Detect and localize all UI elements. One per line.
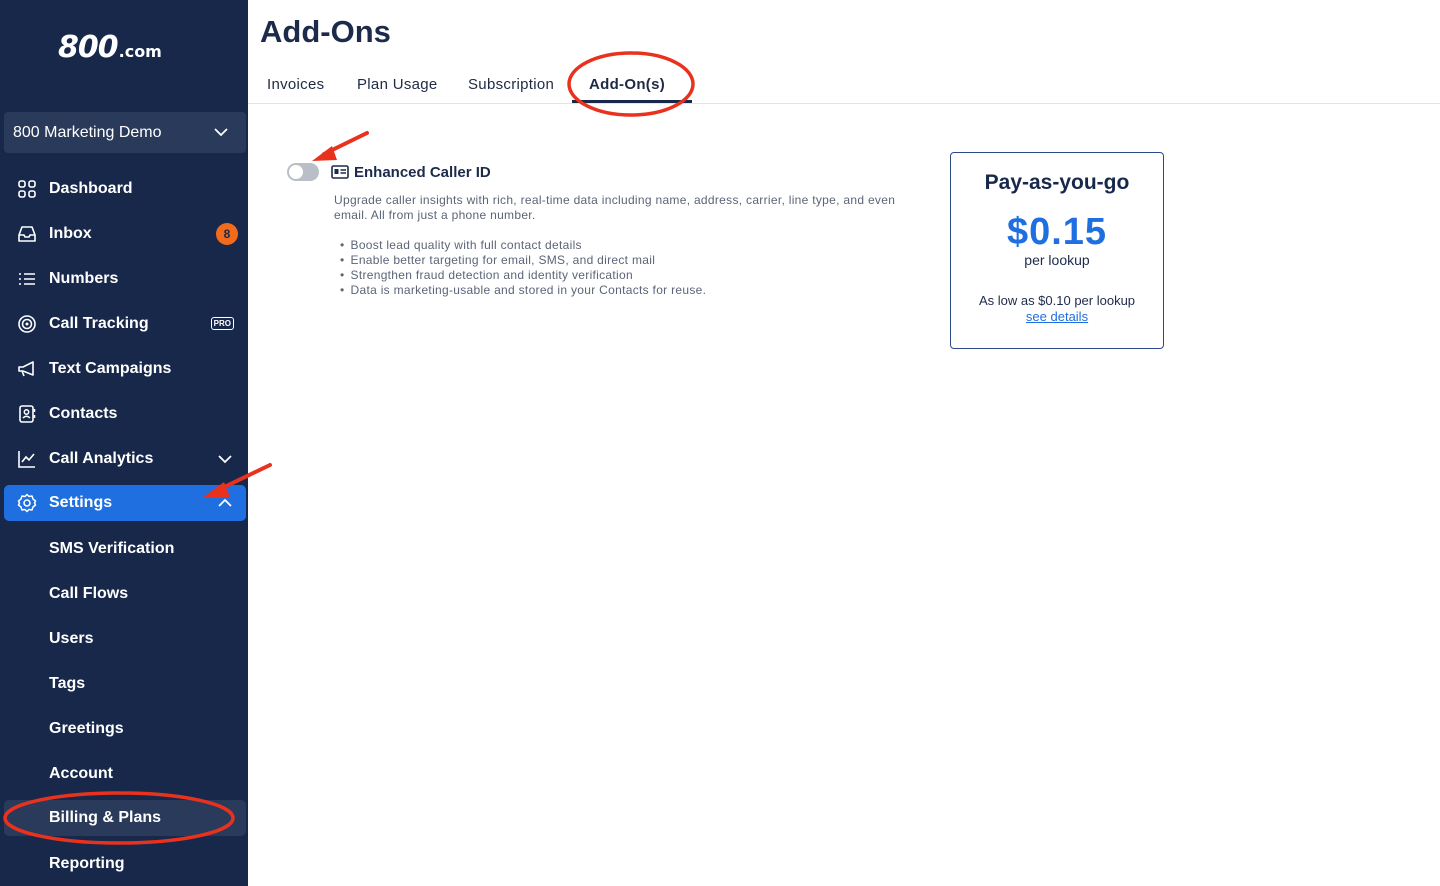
see-details-link[interactable]: see details [951,309,1163,324]
list-item: Data is marketing-usable and stored in y… [340,283,706,298]
target-icon [18,315,36,333]
sidebar-item-label: Settings [49,494,113,511]
pricing-price: $0.15 [1006,211,1108,253]
addon-title: Enhanced Caller ID [354,164,491,181]
tab-invoices[interactable]: Invoices [267,76,324,93]
megaphone-icon [18,361,34,377]
toggle-arrow [312,131,369,161]
sidebar-subitem-tags[interactable]: Tags [0,661,248,706]
gear-icon [17,493,37,513]
tab-bar: Invoices Plan Usage Subscription Add-On(… [248,66,1440,104]
sidebar-item-text-campaigns[interactable]: Text Campaigns [0,346,248,391]
chevron-down-icon [214,128,228,137]
sidebar-item-settings[interactable]: Settings [4,485,246,521]
pricing-low-rate: As low as $0.10 per lookup [978,293,1136,308]
logo-suffix: .com [118,42,162,61]
id-card-icon [331,165,349,179]
active-tab-indicator [572,100,692,103]
chevron-up-icon[interactable] [218,496,232,510]
sidebar-item-label: Dashboard [49,179,133,197]
list-item: Boost lead quality with full contact det… [340,238,706,253]
contacts-icon [19,405,36,423]
sidebar-item-label: Billing & Plans [49,809,162,826]
pricing-unit: per lookup [1024,252,1090,268]
chevron-down-icon[interactable] [218,452,232,466]
account-selector[interactable]: 800 Marketing Demo [4,112,246,153]
sidebar-item-dashboard[interactable]: Dashboard [0,166,248,211]
sidebar-subitem-call-flows[interactable]: Call Flows [0,571,248,616]
list-icon [19,273,35,285]
pro-badge: PRO [210,317,234,330]
list-item: Enable better targeting for email, SMS, … [340,253,706,268]
sidebar: 800 .com 800 Marketing Demo Dashboard In… [0,0,248,886]
sidebar-item-label: Inbox [49,224,92,242]
tab-plan-usage[interactable]: Plan Usage [357,76,438,93]
logo-main: 800 [58,30,119,65]
sidebar-item-call-tracking[interactable]: Call Tracking PRO [0,301,248,346]
pricing-card: Pay-as-you-go $0.15 per lookup As low as… [950,152,1164,349]
sidebar-subitem-users[interactable]: Users [0,616,248,661]
sidebar-subitem-billing-plans[interactable]: Billing & Plans [4,800,246,836]
account-name: 800 Marketing Demo [13,123,162,141]
sidebar-item-call-analytics[interactable]: Call Analytics [0,436,248,481]
sidebar-item-label: Call Tracking [49,314,149,332]
page-title: Add-Ons [260,14,391,49]
inbox-count-badge: 8 [216,223,238,245]
tab-subscription[interactable]: Subscription [468,76,554,93]
sidebar-nav: Dashboard Inbox 8 Numbers Call Tracking … [0,166,248,886]
line-chart-icon [18,451,35,468]
list-item: Strengthen fraud detection and identity … [340,268,706,283]
addon-description: Upgrade caller insights with rich, real-… [334,193,896,222]
sidebar-subitem-greetings[interactable]: Greetings [0,706,248,751]
addon-feature-list: Boost lead quality with full contact det… [340,238,706,298]
dashboard-icon [18,180,36,198]
inbox-icon [18,226,36,242]
sidebar-item-inbox[interactable]: Inbox 8 [0,211,248,256]
sidebar-item-label: Contacts [49,404,118,422]
brand-logo[interactable]: 800 .com [58,30,198,65]
sidebar-item-label: Text Campaigns [49,359,172,377]
sidebar-subitem-account[interactable]: Account [0,751,248,796]
sidebar-item-numbers[interactable]: Numbers [0,256,248,301]
sidebar-item-label: Call Analytics [49,449,154,467]
toggle-knob [289,165,303,179]
sidebar-subitem-sms-verification[interactable]: SMS Verification [0,526,248,571]
tab-addons[interactable]: Add-On(s) [589,76,665,93]
sidebar-subitem-reporting[interactable]: Reporting [0,841,248,886]
sidebar-item-label: Numbers [49,269,119,287]
enhanced-caller-id-toggle[interactable] [287,163,319,181]
sidebar-item-contacts[interactable]: Contacts [0,391,248,436]
pricing-title: Pay-as-you-go [984,171,1130,194]
